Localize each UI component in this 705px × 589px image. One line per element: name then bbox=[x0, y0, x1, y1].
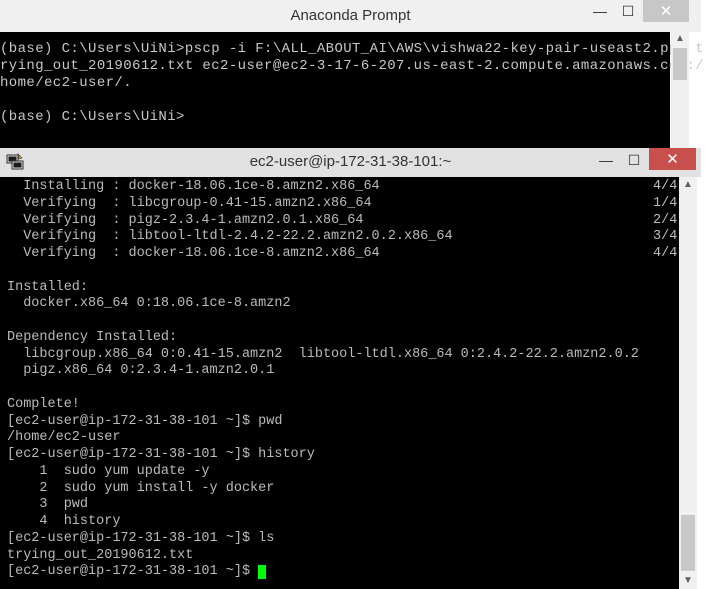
terminal-line: Verifying : docker-18.06.1ce-8.amzn2.x86… bbox=[7, 246, 677, 263]
terminal-line: 4 history bbox=[7, 514, 639, 531]
terminal-line: libcgroup.x86_64 0:0.41-15.amzn2 libtool… bbox=[7, 347, 639, 364]
terminal-line: Installing : docker-18.06.1ce-8.amzn2.x8… bbox=[7, 179, 677, 196]
terminal-line-text: trying_out_20190612.txt bbox=[7, 547, 194, 563]
terminal-line-text: Installing : docker-18.06.1ce-8.amzn2.x8… bbox=[7, 179, 380, 194]
progress-count: 2/4 bbox=[653, 212, 678, 228]
terminal-line-text: 4 history bbox=[7, 514, 121, 529]
terminal-line: docker.x86_64 0:18.06.1ce-8.amzn2 bbox=[7, 296, 639, 313]
terminal-line-text: Installed: bbox=[7, 279, 89, 295]
prompt-line[interactable]: [ec2-user@ip-172-31-38-101 ~]$ bbox=[7, 564, 639, 581]
putty-close-button[interactable]: ✕ bbox=[649, 148, 696, 170]
terminal-line: (base) C:\Users\UiNi> bbox=[0, 109, 704, 126]
terminal-line-text: Dependency Installed: bbox=[7, 329, 178, 345]
putty-scroll-thumb[interactable] bbox=[681, 515, 695, 571]
anaconda-scroll-thumb[interactable] bbox=[673, 48, 687, 80]
terminal-line-text: Complete! bbox=[7, 396, 80, 412]
terminal-line-text: pigz.x86_64 0:2.3.4-1.amzn2.0.1 bbox=[7, 363, 275, 379]
terminal-line-text: libcgroup.x86_64 0:0.41-15.amzn2 libtool… bbox=[7, 346, 639, 362]
terminal-line: /home/ec2-user bbox=[7, 430, 639, 447]
progress-count: 3/4 bbox=[653, 229, 678, 245]
terminal-line: Verifying : pigz-2.3.4-1.amzn2.0.1.x86_6… bbox=[7, 212, 677, 230]
terminal-line: (base) C:\Users\UiNi>pscp -i F:\ALL_ABOU… bbox=[0, 41, 704, 58]
terminal-line-text: (base) C:\Users\UiNi>pscp -i F:\ALL_ABOU… bbox=[0, 41, 705, 57]
putty-minimize-button[interactable]: — bbox=[592, 148, 620, 172]
putty-title-bar[interactable]: ec2-user@ip-172-31-38-101:~ — ☐ ✕ bbox=[0, 148, 701, 177]
anaconda-minimize-button[interactable]: — bbox=[586, 0, 614, 22]
terminal-line: Verifying : libcgroup-0.41-15.amzn2.x86_… bbox=[7, 195, 677, 213]
terminal-line-text: Verifying : libcgroup-0.41-15.amzn2.x86_… bbox=[7, 195, 372, 211]
terminal-line: Dependency Installed: bbox=[7, 330, 639, 347]
terminal-line-text: Verifying : pigz-2.3.4-1.amzn2.0.1.x86_6… bbox=[7, 212, 364, 228]
scroll-up-arrow-icon[interactable]: ▲ bbox=[671, 32, 689, 46]
terminal-line-text: Verifying : libtool-ltdl-2.4.2-22.2.amzn… bbox=[7, 229, 453, 245]
terminal-line-text: (base) C:\Users\UiNi> bbox=[0, 109, 185, 125]
terminal-line-text: [ec2-user@ip-172-31-38-101 ~]$ ls bbox=[7, 530, 275, 546]
scroll-down-arrow-icon[interactable]: ▼ bbox=[679, 573, 697, 589]
anaconda-terminal[interactable]: (base) C:\Users\UiNi>pscp -i F:\ALL_ABOU… bbox=[0, 32, 704, 148]
terminal-line: home/ec2-user/. bbox=[0, 75, 704, 92]
putty-maximize-button[interactable]: ☐ bbox=[620, 148, 648, 172]
terminal-line: Verifying : libtool-ltdl-2.4.2-22.2.amzn… bbox=[7, 229, 677, 246]
anaconda-scrollbar[interactable]: ▲ bbox=[671, 32, 689, 148]
progress-count: 4/4 bbox=[653, 179, 678, 194]
terminal-line-text: [ec2-user@ip-172-31-38-101 ~]$ pwd bbox=[7, 413, 283, 429]
anaconda-maximize-button[interactable]: ☐ bbox=[614, 0, 642, 22]
putty-scrollbar[interactable]: ▲ ▼ bbox=[679, 177, 697, 589]
terminal-line-text: rying_out_20190612.txt ec2-user@ec2-3-17… bbox=[0, 58, 705, 74]
terminal-line: 2 sudo yum install -y docker bbox=[7, 481, 639, 498]
putty-output: Installing : docker-18.06.1ce-8.amzn2.x8… bbox=[7, 179, 677, 581]
terminal-line-text: 1 sudo yum update -y bbox=[7, 463, 210, 479]
putty-terminal[interactable]: Installing : docker-18.06.1ce-8.amzn2.x8… bbox=[0, 177, 679, 589]
terminal-line: [ec2-user@ip-172-31-38-101 ~]$ history bbox=[7, 447, 639, 464]
terminal-line: [ec2-user@ip-172-31-38-101 ~]$ ls bbox=[7, 531, 639, 548]
terminal-line-text: 2 sudo yum install -y docker bbox=[7, 480, 275, 496]
terminal-line: 1 sudo yum update -y bbox=[7, 464, 639, 481]
putty-window: ec2-user@ip-172-31-38-101:~ — ☐ ✕ Instal… bbox=[0, 148, 701, 589]
progress-count: 4/4 bbox=[653, 246, 678, 261]
progress-count: 1/4 bbox=[653, 195, 678, 211]
terminal-line-text: docker.x86_64 0:18.06.1ce-8.amzn2 bbox=[7, 296, 291, 312]
terminal-line: [ec2-user@ip-172-31-38-101 ~]$ pwd bbox=[7, 414, 639, 431]
terminal-line: Complete! bbox=[7, 397, 639, 414]
terminal-line-text: Verifying : docker-18.06.1ce-8.amzn2.x86… bbox=[7, 246, 380, 261]
terminal-line-text: 3 pwd bbox=[7, 497, 89, 513]
terminal-line: pigz.x86_64 0:2.3.4-1.amzn2.0.1 bbox=[7, 363, 639, 380]
scroll-up-arrow-icon[interactable]: ▲ bbox=[679, 177, 697, 193]
terminal-line-text: home/ec2-user/. bbox=[0, 75, 133, 91]
terminal-cursor bbox=[258, 565, 267, 580]
terminal-line-text: [ec2-user@ip-172-31-38-101 ~]$ history bbox=[7, 447, 315, 462]
prompt-text: [ec2-user@ip-172-31-38-101 ~]$ bbox=[7, 564, 259, 580]
terminal-line: rying_out_20190612.txt ec2-user@ec2-3-17… bbox=[0, 58, 704, 75]
terminal-line: 3 pwd bbox=[7, 497, 639, 514]
anaconda-close-button[interactable]: ✕ bbox=[643, 0, 689, 22]
anaconda-prompt-window: Anaconda Prompt — ☐ ✕ (base) C:\Users\Ui… bbox=[0, 0, 704, 148]
terminal-line-text: /home/ec2-user bbox=[7, 430, 121, 446]
terminal-line: trying_out_20190612.txt bbox=[7, 548, 639, 565]
anaconda-output: (base) C:\Users\UiNi>pscp -i F:\ALL_ABOU… bbox=[0, 24, 704, 126]
terminal-line: Installed: bbox=[7, 280, 639, 297]
